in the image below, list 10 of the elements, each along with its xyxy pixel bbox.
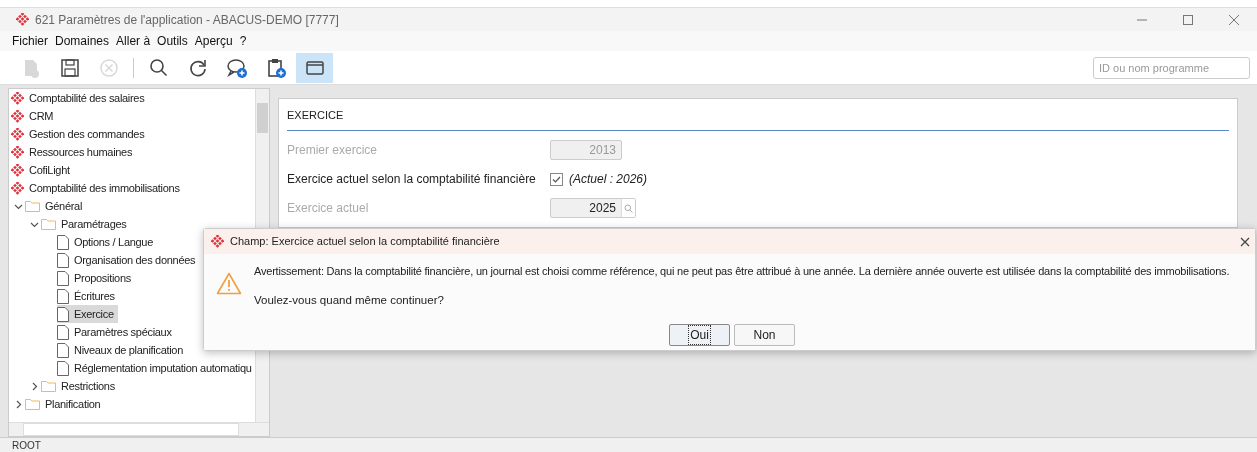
field-label: Exercice actuel	[287, 200, 370, 217]
status-text: ROOT	[12, 438, 41, 452]
dialog-title: Champ: Exercice actuel selon la comptabilité financière	[230, 234, 500, 250]
window-title: 621 Paramètres de l'application - ABACUS-DEMO [7777]	[35, 11, 339, 29]
field-label: Exercice actuel selon la comptabilité financière	[287, 171, 537, 188]
section-title: EXERCICE	[287, 107, 1229, 131]
confirmation-question: Voulez-vous quand même continuer?	[254, 292, 445, 308]
current-year-note: (Actuel : 2026)	[569, 171, 648, 188]
warning-message: Avertissement: Dans la comptabilité financière, un journal est choisi comme référence, qui ne peut pas être attribué à une année. La dernière année ouverte est utilisée dans la comptabilité des immobilisations.	[254, 264, 1231, 279]
field-label: Premier exercice	[287, 142, 379, 159]
